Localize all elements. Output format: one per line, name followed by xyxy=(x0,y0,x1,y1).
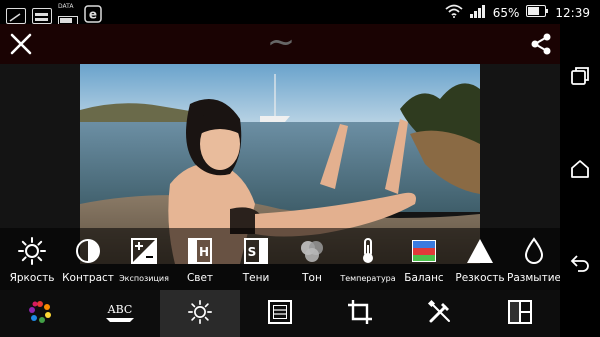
tone-icon xyxy=(298,237,326,265)
photo-editor: ~ Яркость Контраст Экспозиция H Свет S Т… xyxy=(0,22,562,337)
blur-icon xyxy=(520,237,548,265)
svg-text:e: e xyxy=(89,8,97,22)
close-icon[interactable] xyxy=(10,33,32,55)
tab-effects[interactable] xyxy=(0,290,80,337)
crop-icon xyxy=(347,299,373,329)
text-abc-icon: ABC xyxy=(105,303,135,324)
status-bar: DATA e 65% 12:39 xyxy=(0,0,600,25)
home-icon[interactable] xyxy=(570,159,590,179)
shadows-icon: S xyxy=(242,237,270,265)
title-bar: ~ xyxy=(0,22,560,64)
tool-blur[interactable]: Размытие xyxy=(506,232,562,288)
back-icon[interactable] xyxy=(570,252,590,272)
tab-layout[interactable] xyxy=(480,290,560,337)
brightness-icon xyxy=(18,237,46,265)
share-icon[interactable] xyxy=(530,33,552,55)
screenshot-notification-icon xyxy=(32,8,52,24)
layout-icon xyxy=(508,299,532,328)
recent-apps-icon[interactable] xyxy=(570,66,590,86)
app-logo: ~ xyxy=(266,22,296,62)
tab-crop[interactable] xyxy=(320,290,400,337)
data-label: DATA xyxy=(58,3,74,10)
system-nav-bar xyxy=(560,24,600,337)
balance-icon xyxy=(410,237,438,265)
tab-adjust[interactable] xyxy=(160,290,240,337)
signal-icon xyxy=(469,4,486,21)
svg-text:S: S xyxy=(248,245,257,259)
highlights-icon: H xyxy=(186,237,214,265)
abc-label: ABC xyxy=(107,303,133,316)
tab-frames[interactable] xyxy=(240,290,320,337)
adjustment-toolbar: Яркость Контраст Экспозиция H Свет S Тен… xyxy=(0,228,562,290)
tab-text[interactable]: ABC xyxy=(80,290,160,337)
wifi-icon xyxy=(445,4,463,21)
battery-percent: 65% xyxy=(492,5,520,20)
temperature-icon xyxy=(354,237,382,265)
sharpness-icon xyxy=(466,237,494,265)
contrast-icon xyxy=(74,237,102,265)
phone-sync-icon xyxy=(6,8,26,24)
svg-text:H: H xyxy=(199,245,209,259)
clock: 12:39 xyxy=(555,5,590,20)
tools-icon xyxy=(427,299,453,329)
brightness-icon xyxy=(187,299,213,329)
palette-icon xyxy=(27,299,53,329)
battery-icon xyxy=(526,5,549,20)
exposure-icon xyxy=(130,237,158,265)
bottom-toolbar: ABC xyxy=(0,290,560,337)
tab-tools[interactable] xyxy=(400,290,480,337)
frame-icon xyxy=(268,299,292,328)
